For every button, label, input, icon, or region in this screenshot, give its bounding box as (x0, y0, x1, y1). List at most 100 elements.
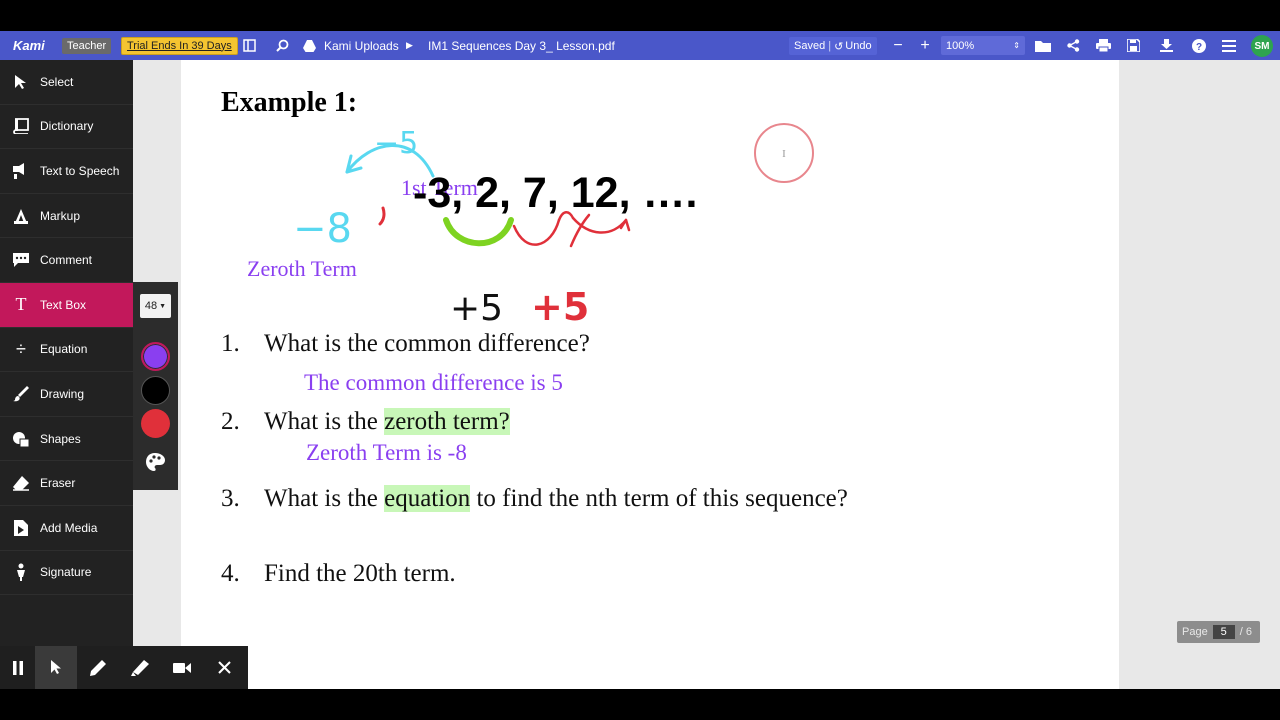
caret-down-icon: ▼ (159, 302, 167, 310)
pdf-page[interactable]: Example 1: I −5 −8 1st Term Zeroth Term … (181, 60, 1119, 689)
sidebar-item-markup[interactable]: Markup (0, 194, 133, 239)
sidebar-item-select[interactable]: Select (0, 60, 133, 105)
tool-sidebar: Select Dictionary Text to Speech Markup … (0, 60, 133, 689)
saved-undo-group: Saved | ↺ Undo (789, 37, 877, 55)
select-arrows-icon: ⇕ (1013, 41, 1020, 50)
sidebar-item-label: Eraser (40, 476, 76, 491)
sidebar-item-comment[interactable]: Comment (0, 238, 133, 283)
sequence-text: -3, 2, 7, 12, …. (413, 169, 698, 217)
pointer-icon[interactable] (35, 646, 77, 689)
sidebar-item-shapes[interactable]: Shapes (0, 417, 133, 462)
pen-nib-icon (10, 561, 32, 583)
search-icon[interactable] (272, 31, 292, 60)
highlighter-icon[interactable] (119, 646, 161, 689)
sidebar-item-label: Comment (40, 253, 93, 268)
annotation-zeroth-term: Zeroth Term (247, 256, 357, 281)
page-total: / 6 (1239, 626, 1252, 638)
shapes-icon (10, 428, 32, 450)
close-icon[interactable] (203, 646, 245, 689)
question-number: 3. (221, 485, 240, 512)
saved-status: Saved (794, 40, 826, 52)
pause-icon[interactable] (0, 646, 35, 689)
chevron-right-icon: ▶ (406, 40, 413, 50)
download-icon[interactable] (1156, 31, 1176, 60)
color-swatch-black[interactable] (141, 376, 170, 405)
sidebar-toggle-icon[interactable] (239, 31, 259, 60)
palette-icon[interactable] (145, 452, 166, 477)
undo-icon[interactable]: ↺ (834, 40, 843, 53)
breadcrumb-file[interactable]: IM1 Sequences Day 3_ Lesson.pdf (428, 31, 615, 60)
brush-icon (10, 383, 32, 405)
comment-icon (10, 249, 32, 271)
annotation-plus-five-red: +5 (531, 285, 590, 329)
zoom-select[interactable]: 100% ⇕ (941, 36, 1025, 55)
breadcrumb-folder[interactable]: Kami Uploads (324, 31, 399, 60)
sidebar-item-add-media[interactable]: Add Media (0, 506, 133, 551)
sidebar-item-label: Dictionary (40, 119, 94, 134)
text-box-icon: T (15, 294, 27, 315)
book-icon (10, 115, 32, 137)
zoom-out-icon[interactable]: − (888, 31, 908, 60)
font-size-select[interactable]: 48 ▼ (140, 294, 171, 318)
question-text: What is the common difference? (264, 330, 590, 357)
kami-app: Kami Teacher Trial Ends In 39 Days Kami … (0, 31, 1280, 689)
sidebar-item-drawing[interactable]: Drawing (0, 372, 133, 417)
svg-text:?: ? (1196, 42, 1202, 53)
pen-icon[interactable] (77, 646, 119, 689)
kami-logo: Kami (13, 38, 45, 53)
trial-link[interactable]: Trial Ends In 39 Days (121, 36, 238, 55)
question-text: What is the (264, 485, 385, 512)
user-avatar[interactable]: SM (1251, 35, 1273, 57)
eraser-icon (10, 472, 32, 494)
page-number-input[interactable]: 5 (1212, 625, 1235, 639)
zoom-in-icon[interactable]: + (915, 31, 935, 60)
annotation-minus-five: −5 (374, 126, 419, 161)
question-text: What is the (264, 408, 385, 435)
annotation-minus-eight: −8 (293, 206, 352, 252)
share-icon[interactable] (1063, 31, 1083, 60)
sidebar-item-dictionary[interactable]: Dictionary (0, 105, 133, 150)
question-number: 4. (221, 560, 240, 587)
recorder-toolbar (0, 646, 248, 689)
svg-text:I: I (782, 148, 786, 160)
sidebar-item-eraser[interactable]: Eraser (0, 461, 133, 506)
media-icon (10, 517, 32, 539)
annotation-plus-five-black: +5 (450, 288, 504, 329)
drive-icon (299, 31, 319, 60)
undo-button[interactable]: Undo (845, 40, 871, 52)
folder-icon[interactable] (1033, 31, 1053, 60)
video-camera-icon[interactable] (161, 646, 203, 689)
highlighted-text: zeroth term? (384, 408, 510, 435)
sidebar-item-label: Signature (40, 565, 92, 580)
menu-icon[interactable] (1219, 31, 1239, 60)
sidebar-item-text-to-speech[interactable]: Text to Speech (0, 149, 133, 194)
color-swatch-purple[interactable] (141, 342, 170, 371)
print-icon[interactable] (1093, 31, 1113, 60)
answer-2: Zeroth Term is -8 (306, 440, 467, 465)
sidebar-item-label: Shapes (40, 431, 81, 446)
cursor-icon (10, 71, 32, 93)
save-icon[interactable] (1123, 31, 1143, 60)
color-swatch-red[interactable] (141, 409, 170, 438)
font-size-value: 48 (144, 300, 158, 312)
sidebar-item-signature[interactable]: Signature (0, 551, 133, 596)
sidebar-item-label: Drawing (40, 386, 85, 401)
sidebar-item-label: Add Media (40, 520, 98, 535)
help-icon[interactable]: ? (1189, 31, 1209, 60)
sidebar-item-label: Markup (40, 208, 81, 223)
sidebar-item-label: Text to Speech (40, 163, 120, 178)
answer-1: The common difference is 5 (304, 370, 563, 395)
page-label: Page (1182, 626, 1208, 638)
markup-icon (10, 205, 32, 227)
divide-icon: ÷ (16, 338, 26, 359)
question-number: 1. (221, 330, 240, 357)
sidebar-item-label: Text Box (40, 297, 87, 312)
question-1: 1. What is the common difference? (221, 330, 590, 358)
sidebar-item-text-box[interactable]: T Text Box (0, 282, 133, 328)
sidebar-item-equation[interactable]: ÷ Equation (0, 328, 133, 373)
page-indicator: Page 5 / 6 (1177, 621, 1260, 643)
sidebar-item-label: Select (40, 74, 74, 89)
question-text: Find the 20th term. (264, 560, 456, 587)
highlighted-text: equation (384, 485, 471, 512)
speaker-icon (10, 160, 32, 182)
